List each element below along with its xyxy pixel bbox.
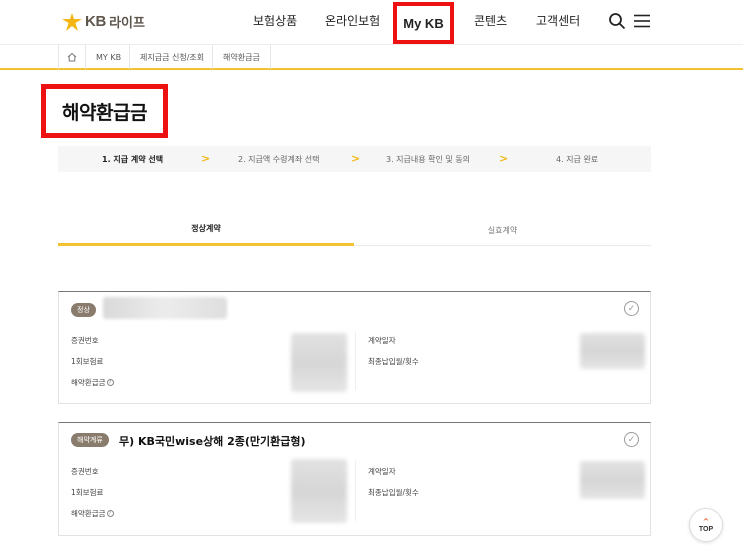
search-icon[interactable] — [608, 12, 626, 30]
first-premium-label: 1회보험료 — [71, 488, 104, 497]
info-icon[interactable]: ? — [106, 510, 114, 517]
redacted-values-left — [291, 333, 347, 392]
breadcrumb-home[interactable] — [58, 45, 85, 69]
hamburger-menu-icon[interactable] — [633, 12, 651, 30]
last-payment-label: 최종납입월/횟수 — [368, 488, 419, 497]
surrender-value-label: 해약환급금? — [71, 508, 114, 519]
breadcrumb-item-surrender[interactable]: 해약환급금 — [212, 45, 271, 69]
contract-tabs: 정상계약 실효계약 — [58, 214, 651, 246]
policy-number-label: 증권번호 — [71, 336, 99, 345]
page-title-highlight: 해약환급금 — [41, 84, 168, 138]
tab-lapsed-contract[interactable]: 실효계약 — [354, 214, 651, 246]
redacted-values-left — [291, 459, 347, 523]
nav-insurance-products[interactable]: 보험상품 — [253, 12, 297, 29]
chevron-right-icon: > — [499, 152, 509, 165]
scroll-top-button[interactable]: ^ TOP — [689, 508, 723, 542]
home-icon — [67, 52, 77, 62]
breadcrumb-item-my-kb[interactable]: MY KB — [85, 45, 131, 69]
check-circle-icon[interactable]: ✓ — [624, 432, 639, 447]
chevron-up-icon: ^ — [702, 516, 710, 526]
nav-contents[interactable]: 콘텐츠 — [474, 12, 507, 29]
breadcrumb-item-payment[interactable]: 제지급금 신청/조회 — [129, 45, 214, 69]
nav-online-insurance[interactable]: 온라인보험 — [325, 12, 380, 29]
contract-card[interactable]: 정상 ✓ 증권번호 1회보험료 해약환급금? 계약일자 최종납입월/횟수 — [58, 291, 651, 404]
redacted-values-right — [580, 333, 645, 369]
column-divider — [355, 332, 356, 390]
contract-name-redacted — [103, 297, 227, 319]
step-3: 3. 지급내용 확인 및 동의 — [386, 154, 471, 164]
header: KB 라이프 보험상품 온라인보험 My KB 콘텐츠 고객센터 — [0, 0, 743, 44]
surrender-value-label-text: 해약환급금 — [71, 378, 106, 387]
progress-steps: 1. 지급 계약 선택 > 2. 지급액 수령계좌 선택 > 3. 지급내용 확… — [58, 146, 651, 172]
check-circle-icon[interactable]: ✓ — [624, 301, 639, 316]
contract-date-label: 계약일자 — [368, 467, 396, 476]
nav-customer-center[interactable]: 고객센터 — [536, 12, 580, 29]
surrender-value-label: 해약환급금? — [71, 377, 114, 388]
step-1: 1. 지급 계약 선택 — [102, 154, 164, 164]
contract-title: 무) KB국민wise상해 2종(만기환급형) — [119, 435, 306, 448]
page-title: 해약환급금 — [62, 101, 147, 124]
last-payment-label: 최종납입월/횟수 — [368, 357, 419, 366]
top-button-label: TOP — [698, 525, 714, 533]
column-divider — [355, 461, 356, 521]
tab-normal-contract[interactable]: 정상계약 — [58, 214, 354, 246]
contract-card[interactable]: 해약계류 무) KB국민wise상해 2종(만기환급형) ✓ 증권번호 1회보험… — [58, 422, 651, 536]
nav-my-kb[interactable]: My KB — [393, 2, 454, 44]
status-badge: 해약계류 — [71, 433, 109, 447]
step-2: 2. 지급액 수령계좌 선택 — [238, 154, 320, 164]
step-4: 4. 지급 완료 — [556, 154, 599, 164]
status-badge: 정상 — [71, 303, 96, 317]
policy-number-label: 증권번호 — [71, 467, 99, 476]
main-nav: 보험상품 온라인보험 My KB 콘텐츠 고객센터 — [0, 0, 743, 44]
first-premium-label: 1회보험료 — [71, 357, 104, 366]
chevron-right-icon: > — [201, 152, 211, 165]
surrender-value-label-text: 해약환급금 — [71, 509, 106, 518]
chevron-right-icon: > — [351, 152, 361, 165]
info-icon[interactable]: ? — [106, 379, 114, 386]
contract-date-label: 계약일자 — [368, 336, 396, 345]
redacted-values-right — [580, 461, 645, 499]
breadcrumb: MY KB 제지급금 신청/조회 해약환급금 — [0, 44, 743, 70]
